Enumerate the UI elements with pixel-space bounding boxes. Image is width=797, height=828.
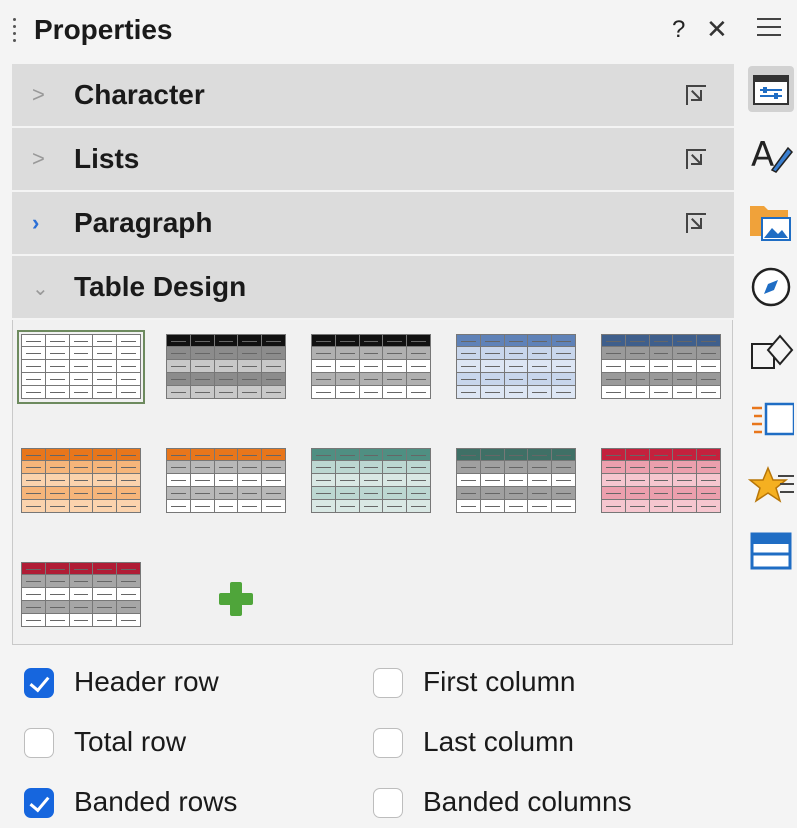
style-inspector-icon[interactable] bbox=[747, 462, 794, 508]
last-column-checkbox[interactable] bbox=[373, 728, 403, 758]
svg-text:A: A bbox=[751, 135, 774, 175]
table-style-thumbnail[interactable] bbox=[166, 448, 286, 514]
page-icon[interactable] bbox=[748, 396, 796, 442]
table-style-thumbnail[interactable] bbox=[166, 334, 286, 400]
navigator-icon[interactable] bbox=[748, 264, 794, 310]
table-style-thumbnail[interactable] bbox=[311, 334, 431, 400]
section-label: Character bbox=[74, 79, 205, 110]
chevron-right-icon: › bbox=[32, 210, 40, 235]
total-row-label: Total row bbox=[74, 726, 187, 757]
panel-titlebar: Properties ? ✕ bbox=[0, 8, 740, 54]
last-column-label: Last column bbox=[423, 726, 574, 757]
manage-changes-icon[interactable] bbox=[748, 528, 794, 574]
chevron-down-icon: ⌄ bbox=[32, 278, 49, 300]
table-style-thumbnail[interactable] bbox=[21, 562, 141, 628]
more-options-icon[interactable] bbox=[686, 85, 706, 105]
chevron-right-icon: > bbox=[32, 146, 45, 171]
panel-title: Properties bbox=[34, 14, 173, 45]
table-design-area bbox=[12, 320, 733, 645]
table-style-thumbnail[interactable] bbox=[456, 334, 576, 400]
table-style-thumbnail[interactable] bbox=[21, 448, 141, 514]
header-row-checkbox[interactable] bbox=[24, 668, 54, 698]
table-style-thumbnail[interactable] bbox=[311, 448, 431, 514]
section-lists[interactable]: > Lists bbox=[12, 128, 734, 190]
section-label: Paragraph bbox=[74, 207, 213, 238]
table-style-thumbnail[interactable] bbox=[17, 330, 145, 404]
drag-grip-icon[interactable] bbox=[12, 18, 18, 46]
styles-icon[interactable]: A bbox=[748, 130, 794, 176]
total-row-checkbox[interactable] bbox=[24, 728, 54, 758]
banded-rows-label: Banded rows bbox=[74, 786, 238, 817]
help-button[interactable]: ? bbox=[672, 16, 685, 44]
section-table-design[interactable]: ⌄ Table Design bbox=[12, 256, 734, 318]
gallery-icon[interactable] bbox=[748, 196, 794, 242]
section-label: Table Design bbox=[74, 271, 247, 302]
properties-icon[interactable] bbox=[748, 66, 794, 112]
sidebar-deck: Properties ? ✕ > Character > Lists › Par… bbox=[0, 0, 797, 828]
section-paragraph[interactable]: › Paragraph bbox=[12, 192, 734, 254]
banded-columns-label: Banded columns bbox=[423, 786, 632, 817]
table-style-thumbnail[interactable] bbox=[601, 448, 721, 514]
close-button[interactable]: ✕ bbox=[706, 14, 728, 45]
first-column-label: First column bbox=[423, 666, 576, 697]
more-options-icon[interactable] bbox=[686, 149, 706, 169]
chevron-right-icon: > bbox=[32, 82, 45, 107]
header-row-label: Header row bbox=[74, 666, 219, 697]
table-style-thumbnail[interactable] bbox=[601, 334, 721, 400]
sidebar-menu-icon[interactable] bbox=[757, 18, 781, 42]
table-style-thumbnail[interactable] bbox=[456, 448, 576, 514]
more-options-icon[interactable] bbox=[686, 213, 706, 233]
section-label: Lists bbox=[74, 143, 140, 174]
banded-rows-checkbox[interactable] bbox=[24, 788, 54, 818]
section-character[interactable]: > Character bbox=[12, 64, 734, 126]
first-column-checkbox[interactable] bbox=[373, 668, 403, 698]
shapes-icon[interactable] bbox=[748, 330, 794, 376]
banded-columns-checkbox[interactable] bbox=[373, 788, 403, 818]
add-table-style-button[interactable] bbox=[219, 582, 253, 616]
